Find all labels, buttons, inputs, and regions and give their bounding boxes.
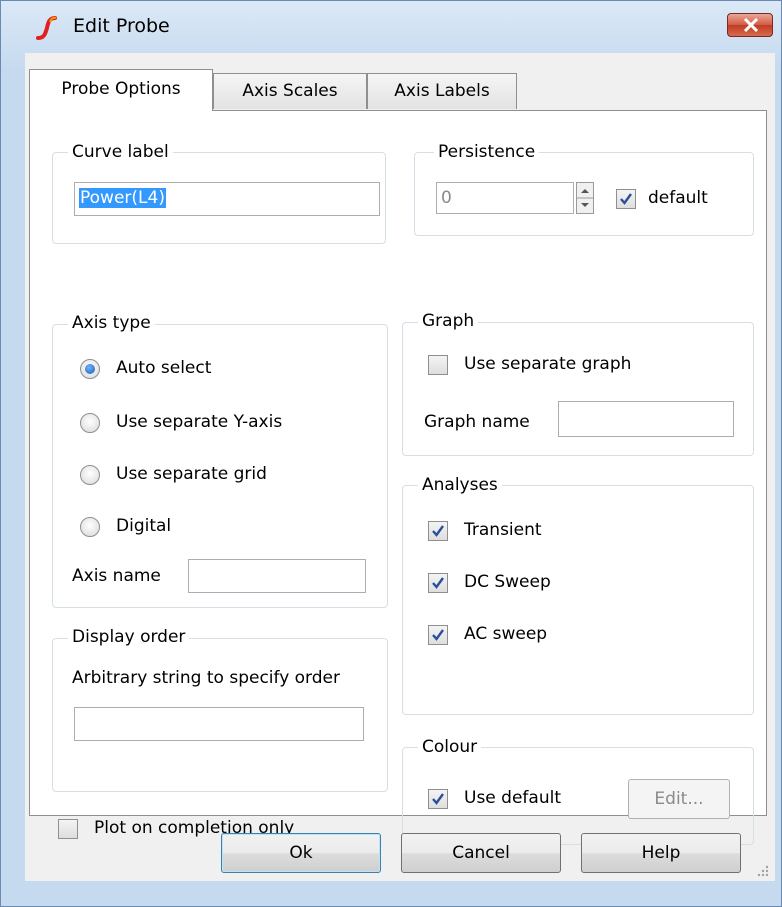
title-bar[interactable]: Edit Probe <box>1 1 781 45</box>
persistence-heading: Persistence <box>434 142 540 162</box>
use-default-colour-checkbox[interactable] <box>428 789 448 809</box>
axis-name-input[interactable] <box>188 559 366 593</box>
ac-sweep-checkbox[interactable] <box>428 625 448 645</box>
window-title: Edit Probe <box>73 15 170 37</box>
graph-name-input[interactable] <box>558 401 734 437</box>
edit-colour-button[interactable]: Edit... <box>628 779 730 819</box>
separate-graph-label: Use separate graph <box>464 354 632 374</box>
tab-axis-scales[interactable]: Axis Scales <box>213 73 367 109</box>
check-icon <box>432 793 444 805</box>
curve-label-value: Power(L4) <box>79 188 166 208</box>
curve-label-heading: Curve label <box>68 142 173 162</box>
analyses-heading: Analyses <box>418 475 502 495</box>
tab-probe-options[interactable]: Probe Options <box>29 69 213 111</box>
ac-sweep-label: AC sweep <box>464 624 548 644</box>
check-icon <box>432 525 444 537</box>
digital-label: Digital <box>116 516 172 536</box>
persistence-input[interactable]: 0 <box>436 182 574 214</box>
cancel-button[interactable]: Cancel <box>401 833 561 873</box>
display-order-description: Arbitrary string to specify order <box>72 668 340 688</box>
graph-heading: Graph <box>418 311 479 331</box>
spinner-arrows-icon <box>577 189 593 207</box>
persistence-spinner[interactable] <box>576 182 594 214</box>
auto-select-label: Auto select <box>116 358 212 378</box>
analyses-group <box>402 485 754 715</box>
check-icon <box>620 193 632 205</box>
ok-button[interactable]: Ok <box>221 833 381 873</box>
dc-sweep-label: DC Sweep <box>464 572 551 592</box>
axis-name-label: Axis name <box>72 566 161 586</box>
curve-label-input[interactable]: Power(L4) <box>74 182 380 216</box>
radio-separate-grid[interactable] <box>80 465 100 485</box>
check-icon <box>432 577 444 589</box>
close-button[interactable] <box>727 13 773 37</box>
resize-grip-icon[interactable] <box>755 863 769 877</box>
dialog-client: Probe Options Axis Scales Axis Labels Cu… <box>25 53 775 881</box>
persistence-default-label: default <box>648 188 708 208</box>
tab-axis-labels[interactable]: Axis Labels <box>367 73 517 109</box>
separate-graph-checkbox[interactable] <box>428 355 448 375</box>
separate-grid-label: Use separate grid <box>116 464 267 484</box>
plot-on-completion-checkbox[interactable] <box>58 819 78 839</box>
check-icon <box>432 629 444 641</box>
transient-checkbox[interactable] <box>428 521 448 541</box>
radio-auto-select[interactable] <box>80 359 100 379</box>
colour-heading: Colour <box>418 737 482 757</box>
dc-sweep-checkbox[interactable] <box>428 573 448 593</box>
probe-options-panel: Curve label Power(L4) Persistence 0 defa… <box>29 110 767 845</box>
axis-type-heading: Axis type <box>68 313 155 333</box>
display-order-input[interactable] <box>74 707 364 741</box>
persistence-default-checkbox[interactable] <box>616 189 636 209</box>
radio-separate-y-axis[interactable] <box>80 413 100 433</box>
display-order-heading: Display order <box>68 627 190 647</box>
separate-y-axis-label: Use separate Y-axis <box>116 412 283 432</box>
use-default-colour-label: Use default <box>464 788 561 808</box>
edit-probe-window: Edit Probe Probe Options Axis Scales Axi… <box>0 0 782 907</box>
radio-digital[interactable] <box>80 517 100 537</box>
transient-label: Transient <box>464 520 542 540</box>
help-button[interactable]: Help <box>581 833 741 873</box>
graph-name-label: Graph name <box>424 412 530 432</box>
app-icon <box>36 16 57 40</box>
close-icon <box>743 18 759 32</box>
